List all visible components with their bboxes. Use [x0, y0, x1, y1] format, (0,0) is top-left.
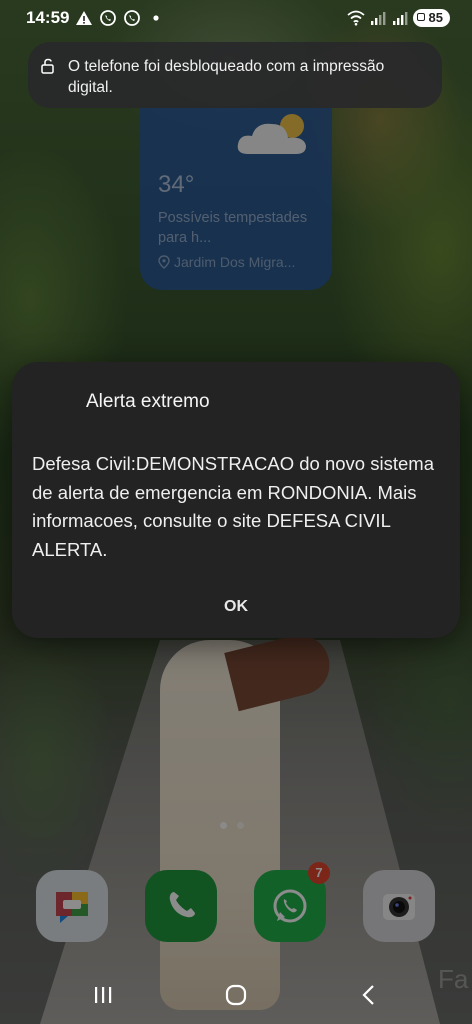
back-button[interactable]: [354, 980, 384, 1010]
dot-icon: [153, 15, 160, 21]
status-right: 85: [346, 9, 450, 27]
alert-title: Alerta extremo: [86, 391, 210, 412]
unlock-toast-text: O telefone foi desbloqueado com a impres…: [68, 58, 385, 96]
ok-button[interactable]: OK: [196, 592, 276, 622]
signal-icon: [370, 12, 385, 25]
emergency-alert-dialog: Alerta extremo Defesa Civil:DEMONSTRACAO…: [12, 362, 460, 638]
signal-icon: [392, 12, 407, 25]
battery-indicator: 85: [412, 9, 450, 27]
whatsapp-icon: [124, 10, 141, 26]
status-time: 14:59: [26, 8, 70, 27]
home-button[interactable]: [221, 980, 251, 1010]
back-icon: [362, 985, 374, 1005]
alert-message: Defesa Civil:DEMONSTRACAO do novo sistem…: [32, 453, 434, 560]
status-bar: 14:59 85: [0, 0, 472, 36]
wifi-icon: [346, 10, 365, 26]
unlock-toast: O telefone foi desbloqueado com a impres…: [28, 42, 442, 108]
recents-icon: [95, 987, 112, 1003]
status-left: 14:59: [26, 8, 165, 28]
whatsapp-icon: [100, 10, 117, 26]
home-icon: [225, 984, 247, 1006]
navigation-bar: [0, 966, 472, 1024]
unlock-icon: [41, 58, 54, 74]
recents-button[interactable]: [88, 980, 118, 1010]
alert-triangle-icon: [76, 11, 93, 25]
